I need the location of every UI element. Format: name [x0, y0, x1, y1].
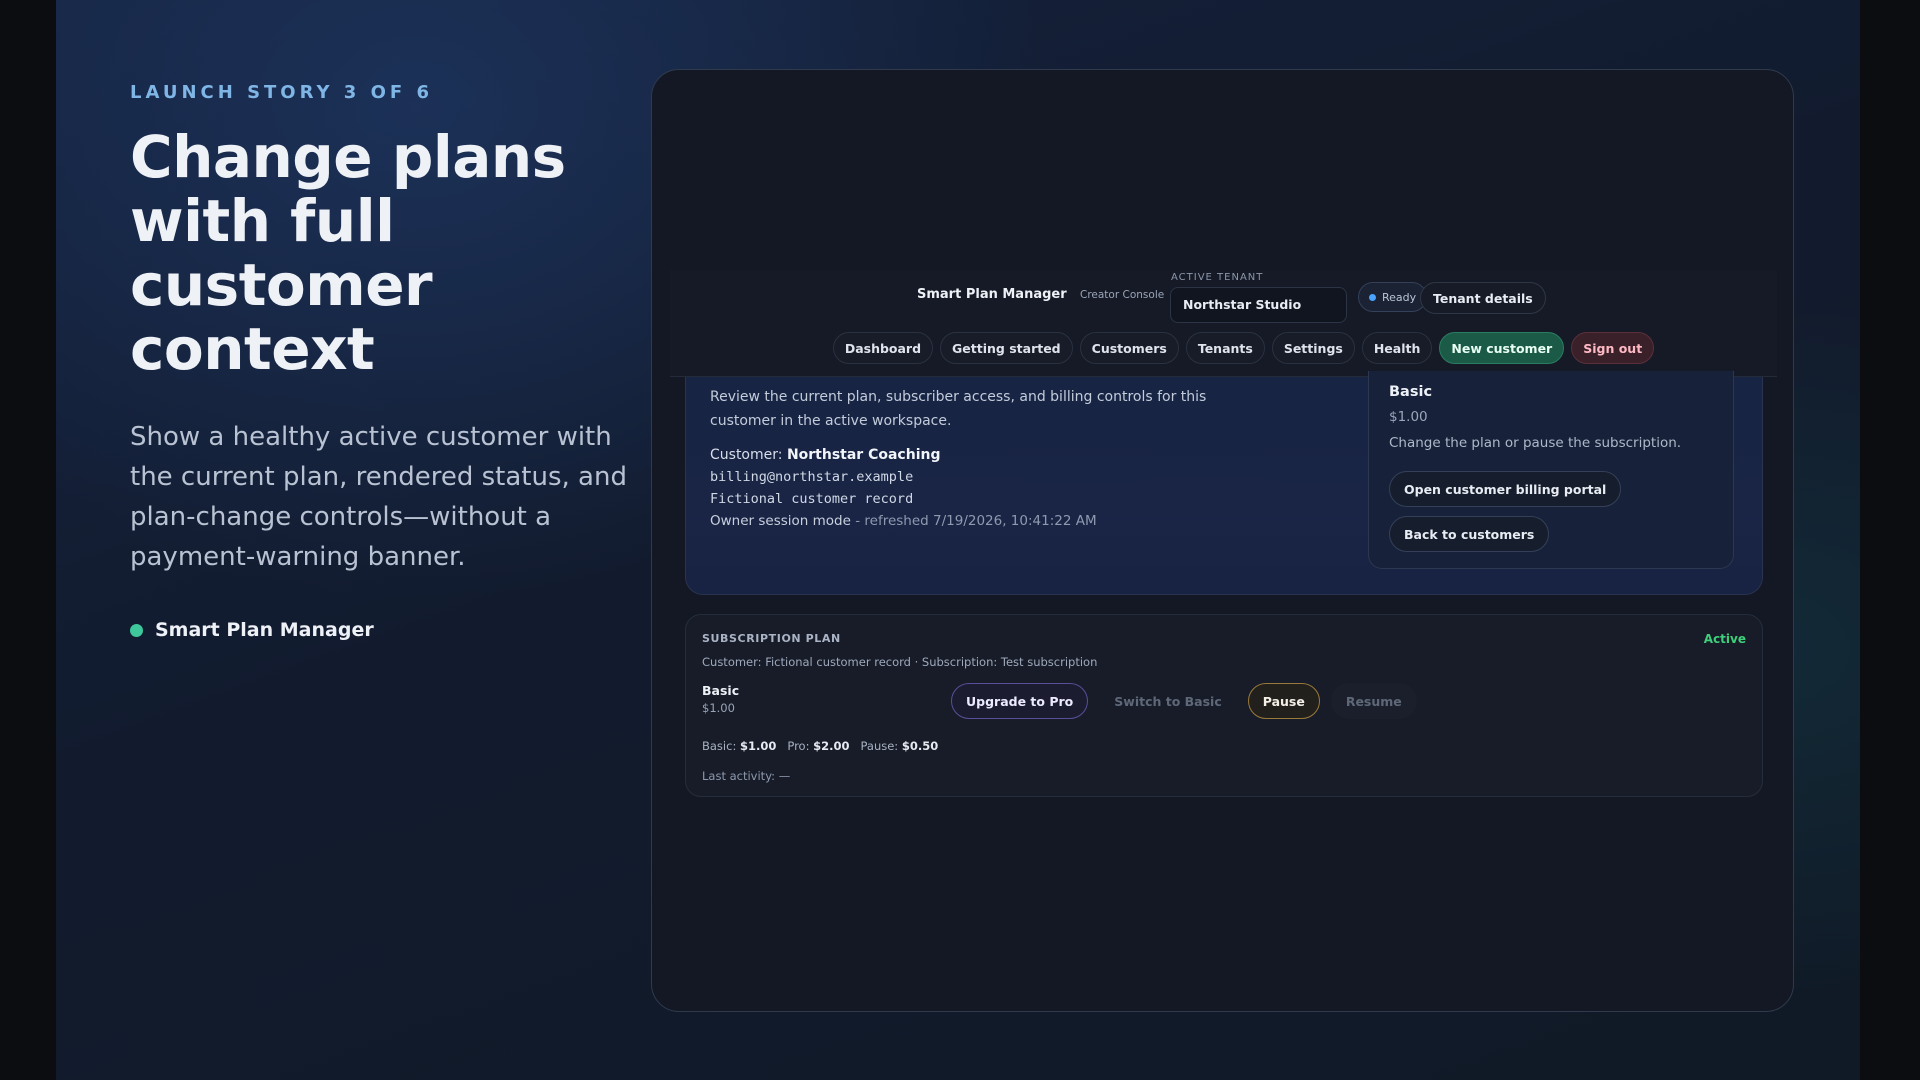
billing-portal-button[interactable]: Open customer billing portal: [1389, 471, 1622, 507]
current-plan-description: Change the plan or pause the subscriptio…: [1389, 435, 1682, 451]
subscription-card: SUBSCRIPTION PLAN Active Customer: Ficti…: [685, 614, 1763, 797]
slide-subcopy: Show a healthy active customer with the …: [130, 422, 627, 572]
slide-headline: Change plans with full customer context: [130, 123, 566, 383]
sign-out-button[interactable]: Sign out: [1571, 332, 1655, 364]
app-top-row: Smart Plan Manager Creator Console ACTIV…: [670, 270, 1777, 326]
subscription-plan-name: Basic: [702, 683, 740, 698]
status-text: Ready: [1382, 290, 1417, 304]
session-mode: Owner session mode: [710, 513, 851, 529]
current-plan-name: Basic: [1389, 384, 1433, 400]
basic-price-value: $1.00: [739, 739, 777, 753]
tenant-label: ACTIVE TENANT: [1171, 272, 1264, 283]
plan-price-list: Basic: $1.00 Pro: $2.00 Pause: $0.50: [702, 739, 938, 753]
nav-customers[interactable]: Customers: [1079, 332, 1179, 364]
customer-card: Review the current plan, subscriber acce…: [685, 371, 1763, 595]
nav-health[interactable]: Health: [1361, 332, 1433, 364]
pitch-panel: LAUNCH STORY 3 OF 6 Change plans with fu…: [130, 82, 650, 641]
basic-price-label: Basic:: [702, 739, 737, 753]
customer-record: Fictional customer record: [710, 491, 914, 507]
app-header: Smart Plan Manager Creator Console ACTIV…: [670, 270, 1777, 377]
subscription-title: SUBSCRIPTION PLAN: [702, 632, 841, 645]
status-dot-icon: [1369, 293, 1376, 301]
customer-label: Customer:: [710, 447, 783, 463]
pause-price-value: $0.50: [901, 739, 939, 753]
brand-name: Smart Plan Manager: [155, 619, 374, 641]
current-plan-panel: Basic $1.00 Change the plan or pause the…: [1368, 371, 1734, 569]
tenant-select[interactable]: Northstar Studio: [1170, 287, 1347, 323]
nav-tenants[interactable]: Tenants: [1185, 332, 1265, 364]
launch-slide: LAUNCH STORY 3 OF 6 Change plans with fu…: [56, 0, 1860, 1080]
upgrade-to-pro-button[interactable]: Upgrade to Pro: [951, 683, 1089, 719]
pro-price-value: $2.00: [813, 739, 850, 753]
device-frame: Smart Plan Manager Creator Console ACTIV…: [651, 69, 1794, 1012]
subscription-meta: Customer: Fictional customer record · Su…: [702, 655, 1098, 669]
nav-dashboard[interactable]: Dashboard: [832, 332, 934, 364]
app-subtitle: Creator Console: [1080, 289, 1165, 301]
pause-price-label: Pause:: [860, 739, 899, 753]
switch-to-basic-button[interactable]: Switch to Basic: [1099, 683, 1236, 719]
customer-details: Review the current plan, subscriber acce…: [710, 385, 1250, 529]
plan-actions: Upgrade to Pro Switch to Basic Pause Res…: [951, 683, 1417, 719]
story-eyebrow: LAUNCH STORY 3 OF 6: [130, 82, 433, 103]
back-to-customers-button[interactable]: Back to customers: [1389, 516, 1550, 552]
pro-price-label: Pro:: [787, 739, 810, 753]
customer-description: Review the current plan, subscriber acce…: [710, 389, 1207, 429]
last-activity: Last activity: —: [702, 769, 791, 783]
pause-button[interactable]: Pause: [1247, 683, 1320, 719]
customer-email: billing@northstar.example: [710, 469, 914, 485]
status-badge: Ready: [1358, 282, 1428, 312]
subscription-status: Active: [1703, 632, 1746, 646]
nav-settings[interactable]: Settings: [1271, 332, 1355, 364]
customer-name: Northstar Coaching: [786, 447, 941, 463]
subscription-plan-price: $1.00: [702, 701, 735, 715]
resume-button[interactable]: Resume: [1330, 683, 1417, 719]
app-title: Smart Plan Manager: [917, 287, 1067, 302]
brand-row: Smart Plan Manager: [130, 619, 650, 641]
new-customer-button[interactable]: New customer: [1439, 332, 1565, 364]
customer-name-line: Customer: Northstar Coaching: [710, 447, 1250, 463]
nav-getting-started[interactable]: Getting started: [940, 332, 1073, 364]
main-nav: Dashboard Getting started Customers Tena…: [670, 332, 1777, 370]
session-line: Owner session mode - refreshed 7/19/2026…: [710, 513, 1250, 529]
current-plan-price: $1.00: [1389, 409, 1428, 425]
refreshed-timestamp: - refreshed 7/19/2026, 10:41:22 AM: [855, 513, 1097, 529]
tenant-details-button[interactable]: Tenant details: [1420, 282, 1546, 314]
brand-dot-icon: [130, 623, 143, 637]
